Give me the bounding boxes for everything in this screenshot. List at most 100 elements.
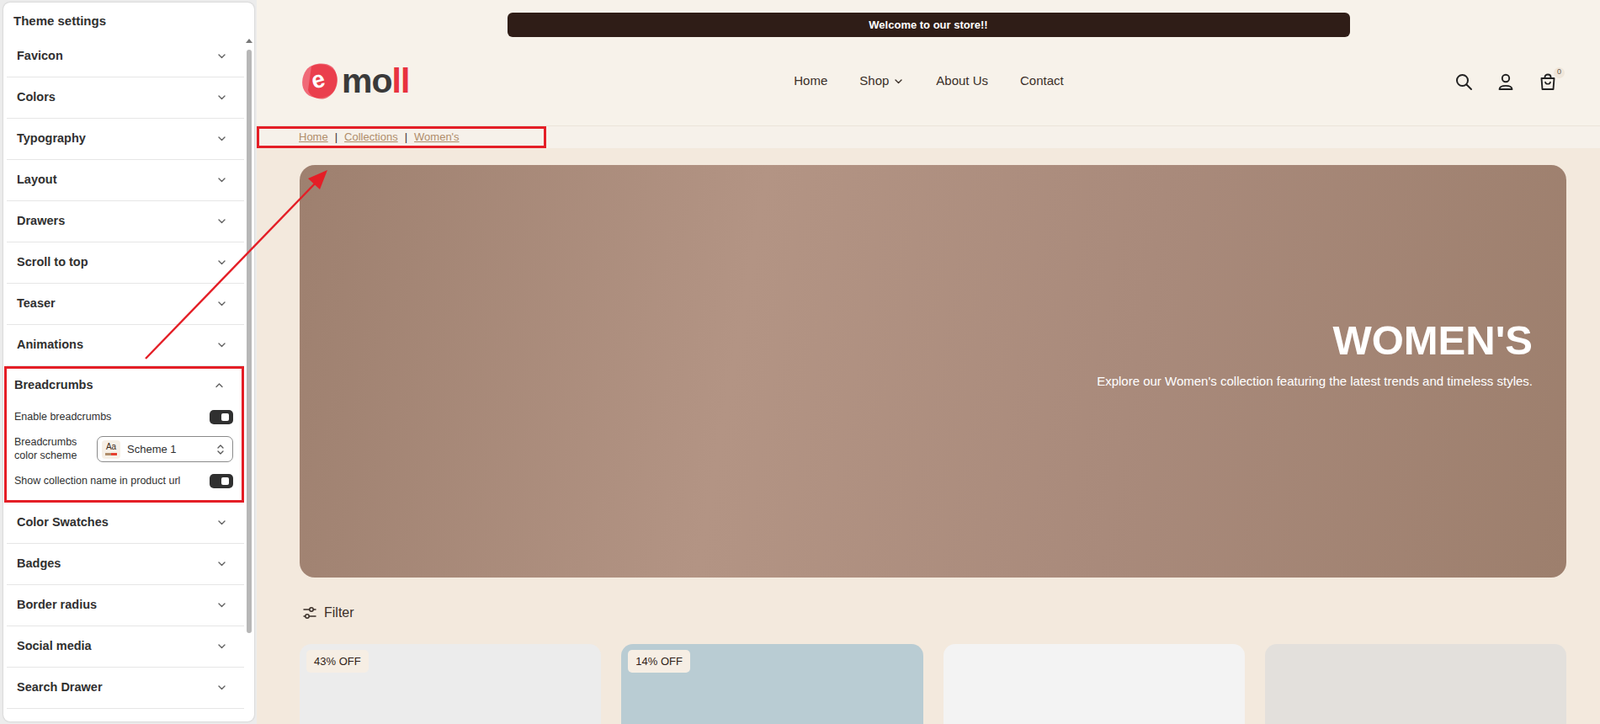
discount-badge: 14% OFF	[627, 649, 691, 674]
chevron-down-icon	[216, 558, 228, 569]
nav-link[interactable]: Shop	[859, 71, 904, 91]
section-header[interactable]: Colors	[6, 77, 245, 118]
section-header[interactable]: Color Swatches	[6, 502, 245, 543]
product-card[interactable]	[1265, 643, 1567, 724]
theme-settings-panel: Theme settingsFaviconColorsTypographyLay…	[3, 2, 255, 722]
settings-section: Social media	[6, 626, 245, 668]
section-header[interactable]: Social media	[6, 626, 245, 667]
setting-row: Show collection name in product url	[14, 467, 234, 495]
nav-label: Shop	[859, 71, 889, 91]
section-label: Layout	[16, 170, 58, 190]
panel-body: Favicon Colors Typography Layout Drawers Scro…	[3, 36, 255, 723]
chevron-down-icon	[216, 132, 228, 144]
section-header[interactable]: Favicon	[6, 36, 245, 77]
breadcrumb-separator: |	[404, 128, 408, 146]
annotation-arrow-icon	[0, 0, 1600, 724]
toggle-knob	[221, 477, 229, 485]
section-header[interactable]: Typography	[6, 118, 245, 160]
swatch-bar	[105, 452, 117, 456]
product-card[interactable]: 14% OFF	[621, 643, 923, 724]
settings-section: Teaser	[6, 283, 245, 325]
section-header[interactable]: Breadcrumbs	[6, 368, 242, 403]
section-label: Badges	[16, 554, 61, 574]
store-header: emoll Home Shop About Us Contact 0	[256, 37, 1600, 127]
product-card[interactable]: 43% OFF	[299, 643, 601, 724]
logo-text-accent: ll	[392, 61, 410, 101]
section-header[interactable]: Search Drawer	[6, 667, 245, 708]
section-label: Drawers	[16, 212, 65, 231]
up-down-icon	[215, 443, 226, 456]
announcement-wrap: Welcome to our store!!	[256, 0, 1600, 38]
nav-link[interactable]: Home	[793, 71, 828, 91]
breadcrumb-link[interactable]: Collections	[344, 128, 399, 146]
chevron-down-icon	[216, 681, 228, 693]
section-label: Color Swatches	[16, 513, 109, 532]
color-scheme-select[interactable]: AaScheme 1	[96, 435, 234, 463]
logo-text-main: mo	[341, 61, 393, 101]
toggle-switch[interactable]	[209, 409, 234, 425]
header-icons: 0	[1063, 71, 1558, 92]
cart-button[interactable]: 0	[1537, 71, 1558, 92]
section-header[interactable]: Drawers	[6, 201, 245, 242]
section-label: Scroll to top	[16, 253, 89, 272]
toggle-knob	[221, 413, 229, 421]
product-grid: 43% OFF 14% OFF	[299, 643, 1567, 724]
hero-title: WOMEN'S	[1332, 316, 1533, 364]
settings-section: Drawers	[6, 201, 245, 243]
chevron-down-icon	[216, 215, 228, 227]
breadcrumb-separator: |	[334, 128, 338, 146]
cart-count: 0	[1553, 67, 1565, 79]
chevron-down-icon	[893, 75, 904, 87]
filter-button[interactable]: Filter	[299, 600, 1567, 626]
settings-section: Search Drawer	[6, 667, 245, 709]
section-header[interactable]: Layout	[6, 159, 245, 201]
account-button[interactable]	[1495, 71, 1516, 92]
breadcrumb-link[interactable]: Home	[298, 128, 329, 146]
chevron-down-icon	[216, 516, 228, 528]
breadcrumbs: Home | Collections | Women's	[256, 126, 547, 149]
chevron-down-icon	[216, 256, 228, 268]
section-header[interactable]: Animations	[6, 324, 245, 366]
settings-section: Layout	[6, 159, 245, 202]
logo-text: moll	[341, 63, 410, 99]
settings-section: Colors	[6, 77, 245, 119]
discount-badge: 43% OFF	[306, 649, 369, 674]
filter-icon	[302, 605, 318, 621]
section-list: Favicon Colors Typography Layout Drawers Scro…	[3, 36, 245, 723]
collection-hero: WOMEN'S Explore our Women's collection fe…	[299, 164, 1567, 578]
section-header[interactable]: Scroll to top	[6, 242, 245, 283]
filter-label: Filter	[324, 602, 355, 623]
section-label: Favicon	[16, 47, 64, 66]
section-label: Search Drawer	[16, 678, 103, 697]
search-button[interactable]	[1453, 71, 1474, 92]
section-header[interactable]: Badges	[6, 543, 245, 585]
announcement-bar: Welcome to our store!!	[507, 12, 1351, 38]
setting-label: Enable breadcrumbs	[14, 410, 112, 425]
swatch-text: Aa	[106, 442, 117, 452]
chevron-up-icon	[213, 379, 225, 391]
chevron-down-icon	[216, 599, 228, 611]
chevron-down-icon	[216, 297, 228, 309]
scroll-thumb[interactable]	[246, 49, 252, 633]
section-label: Breadcrumbs	[14, 376, 93, 395]
breadcrumb-strip: Home | Collections | Women's	[256, 126, 1600, 149]
nav-link[interactable]: Contact	[1020, 71, 1064, 91]
hero-subtitle: Explore our Women's collection featuring…	[1096, 372, 1533, 392]
scrollbar[interactable]	[244, 36, 255, 723]
product-card[interactable]	[943, 643, 1245, 724]
nav-link[interactable]: About Us	[935, 71, 989, 91]
section-header[interactable]: Teaser	[6, 283, 245, 325]
settings-section: Favicon	[6, 36, 245, 78]
section-label: Typography	[16, 129, 86, 149]
settings-section: Typography	[6, 118, 245, 160]
section-header[interactable]: Border radius	[6, 584, 245, 626]
chevron-down-icon	[216, 50, 228, 62]
toggle-switch[interactable]	[209, 473, 234, 489]
section-label: Border radius	[16, 595, 97, 615]
section-label: Animations	[16, 335, 84, 355]
store-logo[interactable]: emoll	[299, 61, 410, 102]
scroll-up-arrow[interactable]	[245, 38, 253, 43]
chevron-down-icon	[216, 174, 228, 186]
nav-label: Contact	[1020, 71, 1064, 91]
breadcrumb-link[interactable]: Women's	[414, 128, 460, 146]
